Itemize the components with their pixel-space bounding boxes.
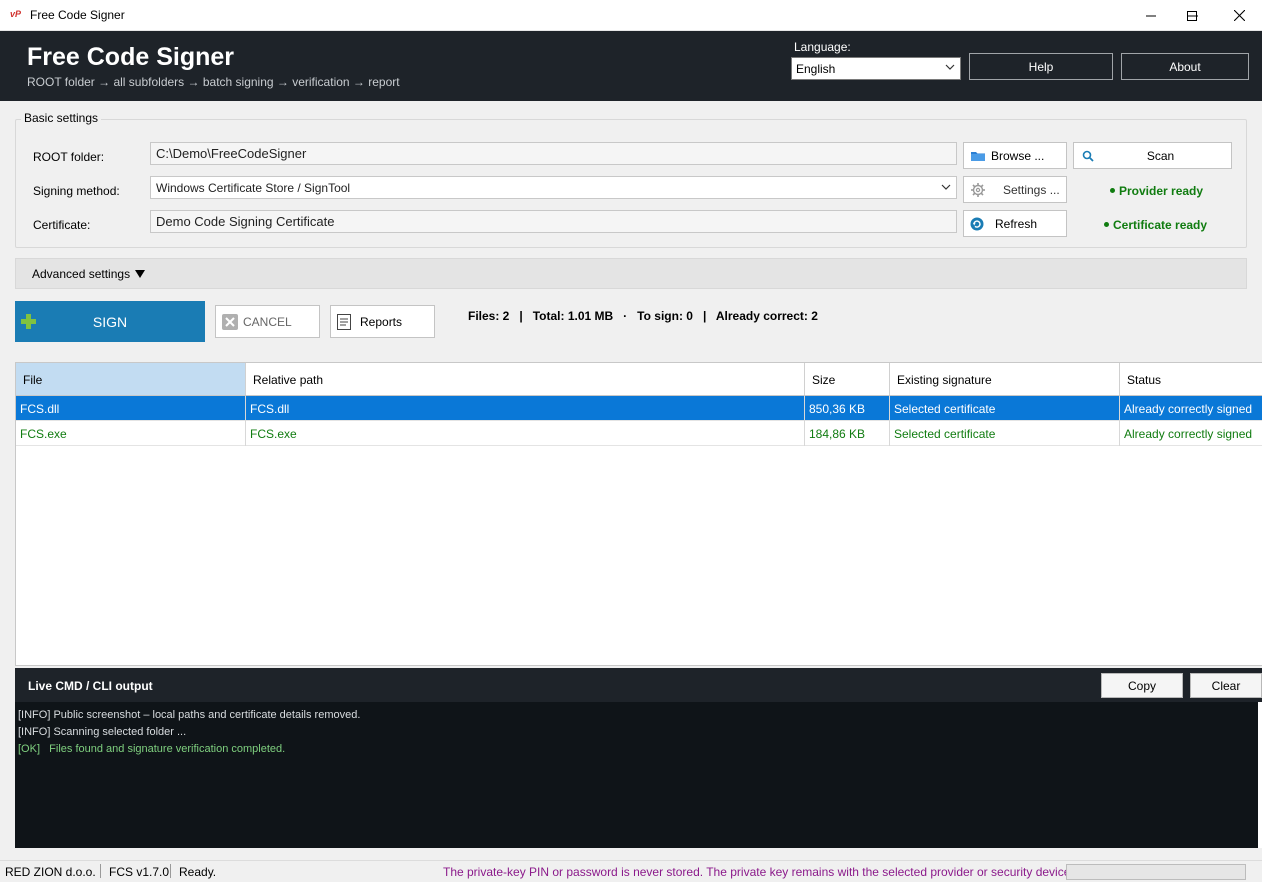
column-header-relative-path[interactable]: Relative path: [246, 363, 805, 395]
scan-summary: Files: 2 | Total: 1.01 MB · To sign: 0 |…: [468, 309, 818, 323]
cancel-button[interactable]: CANCEL: [215, 305, 320, 338]
cancel-label: CANCEL: [243, 314, 292, 329]
minimize-button-area[interactable]: [1128, 0, 1174, 31]
certificate-label: Certificate:: [33, 218, 91, 232]
cell-file: FCS.dll: [16, 396, 246, 421]
column-header-size[interactable]: Size: [805, 363, 890, 395]
plus-icon: [21, 314, 36, 332]
scan-button[interactable]: Scan: [1073, 142, 1232, 169]
cell-status: Already correctly signed: [1124, 427, 1253, 441]
clear-button[interactable]: Clear: [1190, 673, 1262, 698]
cell-relative-path: FCS.exe: [246, 421, 805, 446]
about-button[interactable]: About: [1121, 53, 1249, 80]
reports-label: Reports: [360, 314, 403, 329]
sign-label: SIGN: [92, 313, 128, 330]
window-titlebar: vP Free Code Signer: [0, 0, 1262, 31]
cell-file: FCS.exe: [16, 421, 246, 446]
status-separator: [170, 864, 171, 878]
chevron-down-icon: [941, 184, 951, 190]
version-label: FCS v1.7.0: [109, 865, 170, 879]
advanced-settings-label: Advanced settings: [32, 267, 131, 281]
language-label: Language:: [794, 40, 851, 54]
document-icon: [337, 313, 351, 330]
browse-label: Browse ...: [991, 148, 1045, 163]
search-icon: [1082, 150, 1094, 165]
signing-method-select[interactable]: Windows Certificate Store / SignTool: [150, 176, 957, 199]
log-header: Live CMD / CLI output Copy Clear: [15, 668, 1262, 702]
log-line: [INFO] Scanning selected folder ...: [18, 726, 187, 738]
language-select[interactable]: English: [791, 57, 961, 80]
sign-button[interactable]: SIGN: [15, 301, 205, 342]
basic-settings-legend: Basic settings: [21, 111, 102, 125]
file-table: File Relative path Size Existing signatu…: [15, 362, 1262, 666]
app-header: Free Code Signer ROOT folder → all subfo…: [0, 31, 1262, 101]
refresh-icon: [970, 217, 984, 231]
chevron-down-icon: [945, 64, 955, 70]
privacy-note: The private-key PIN or password is never…: [443, 865, 1074, 879]
triangle-down-icon: [135, 270, 145, 278]
log-scrollbar[interactable]: [1258, 702, 1262, 848]
close-icon: [1233, 10, 1245, 21]
certificate-status-text: Certificate ready: [1113, 218, 1208, 232]
log-line: [OK] Files found and signature verificat…: [18, 743, 286, 755]
close-button[interactable]: [1216, 0, 1262, 31]
maximize-button-area[interactable]: [1169, 0, 1215, 31]
gear-icon: [970, 182, 986, 198]
app-title: Free Code Signer: [27, 43, 234, 71]
provider-status-text: Provider ready: [1119, 184, 1204, 198]
app-subtitle: ROOT folder → all subfolders → batch sig…: [27, 75, 400, 89]
root-folder-field[interactable]: C:\Demo\FreeCodeSigner: [150, 142, 957, 165]
table-header: File Relative path Size Existing signatu…: [16, 363, 1262, 396]
minimize-icon: [1146, 15, 1156, 16]
cell-status: Already correctly signed: [1124, 402, 1253, 416]
company-name: RED ZION d.o.o.: [5, 865, 96, 879]
status-dot-icon: [1104, 222, 1109, 228]
status-dot-icon: [1110, 188, 1115, 194]
provider-settings-button[interactable]: Settings ...: [963, 176, 1067, 203]
signing-method-label: Signing method:: [33, 184, 120, 198]
scan-label: Scan: [1146, 148, 1175, 163]
language-value: English: [796, 62, 836, 76]
table-row[interactable]: FCS.exe FCS.exe 184,86 KB Selected certi…: [16, 421, 1262, 446]
app-icon: vP: [10, 9, 22, 19]
log-title: Live CMD / CLI output: [28, 679, 153, 693]
status-bar: RED ZION d.o.o. FCS v1.7.0 Ready. The pr…: [0, 860, 1262, 882]
status-state: Ready.: [179, 865, 217, 879]
cell-existing-signature: Selected certificate: [890, 421, 1120, 446]
provider-status: Provider ready: [1110, 184, 1203, 198]
signing-method-value: Windows Certificate Store / SignTool: [156, 181, 351, 195]
column-header-existing-signature[interactable]: Existing signature: [890, 363, 1120, 395]
log-output[interactable]: [INFO] Public screenshot – local paths a…: [15, 702, 1258, 848]
browse-button[interactable]: Browse ...: [963, 142, 1067, 169]
copy-button[interactable]: Copy: [1101, 673, 1183, 698]
cell-existing-signature: Selected certificate: [890, 396, 1120, 421]
settings-label: Settings ...: [1003, 182, 1060, 197]
cell-size: 850,36 KB: [805, 396, 890, 421]
refresh-button[interactable]: Refresh: [963, 210, 1067, 237]
advanced-settings-toggle[interactable]: Advanced settings: [15, 258, 1247, 289]
log-line: [INFO] Public screenshot – local paths a…: [18, 709, 361, 721]
certificate-status: Certificate ready: [1104, 218, 1207, 232]
cell-size: 184,86 KB: [805, 421, 890, 446]
certificate-field[interactable]: Demo Code Signing Certificate: [150, 210, 957, 233]
cell-relative-path: FCS.dll: [246, 396, 805, 421]
status-separator: [100, 864, 101, 878]
maximize-icon: [1187, 10, 1197, 21]
help-button[interactable]: Help: [969, 53, 1113, 80]
column-header-file[interactable]: File: [16, 363, 246, 395]
root-folder-label: ROOT folder:: [33, 150, 105, 164]
table-row[interactable]: FCS.dll FCS.dll 850,36 KB Selected certi…: [16, 396, 1262, 421]
column-header-status[interactable]: Status: [1120, 363, 1262, 395]
reports-button[interactable]: Reports: [330, 305, 435, 338]
refresh-label: Refresh: [995, 216, 1038, 231]
progress-bar: [1066, 864, 1246, 880]
window-title: Free Code Signer: [30, 8, 125, 22]
cancel-icon: [222, 313, 238, 330]
folder-icon: [970, 149, 986, 162]
